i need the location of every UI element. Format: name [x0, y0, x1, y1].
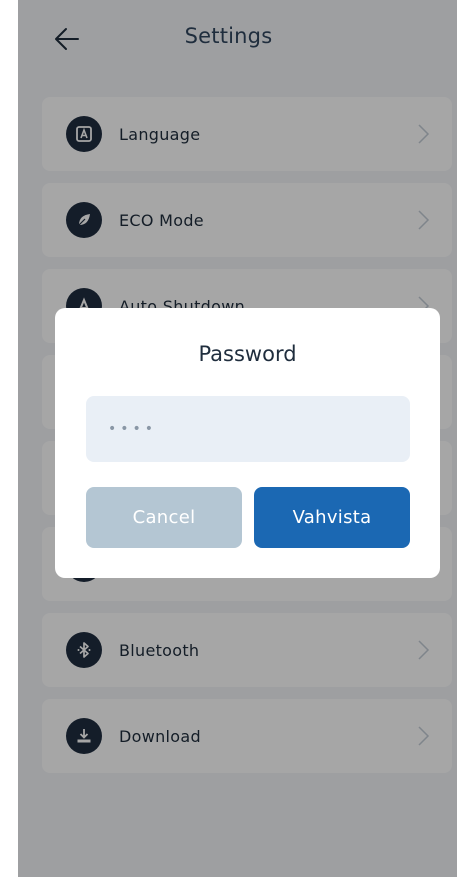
page-title: Settings [184, 24, 273, 48]
dialog-title: Password [198, 342, 297, 366]
settings-screen: Language ECO Mode Auto Shutdown Bluetoot… [18, 0, 457, 877]
cancel-button[interactable]: Cancel [86, 487, 242, 548]
password-input[interactable]: •••• [86, 396, 410, 462]
confirm-button[interactable]: Vahvista [254, 487, 410, 548]
password-dialog: Password •••• Cancel Vahvista [55, 308, 440, 578]
